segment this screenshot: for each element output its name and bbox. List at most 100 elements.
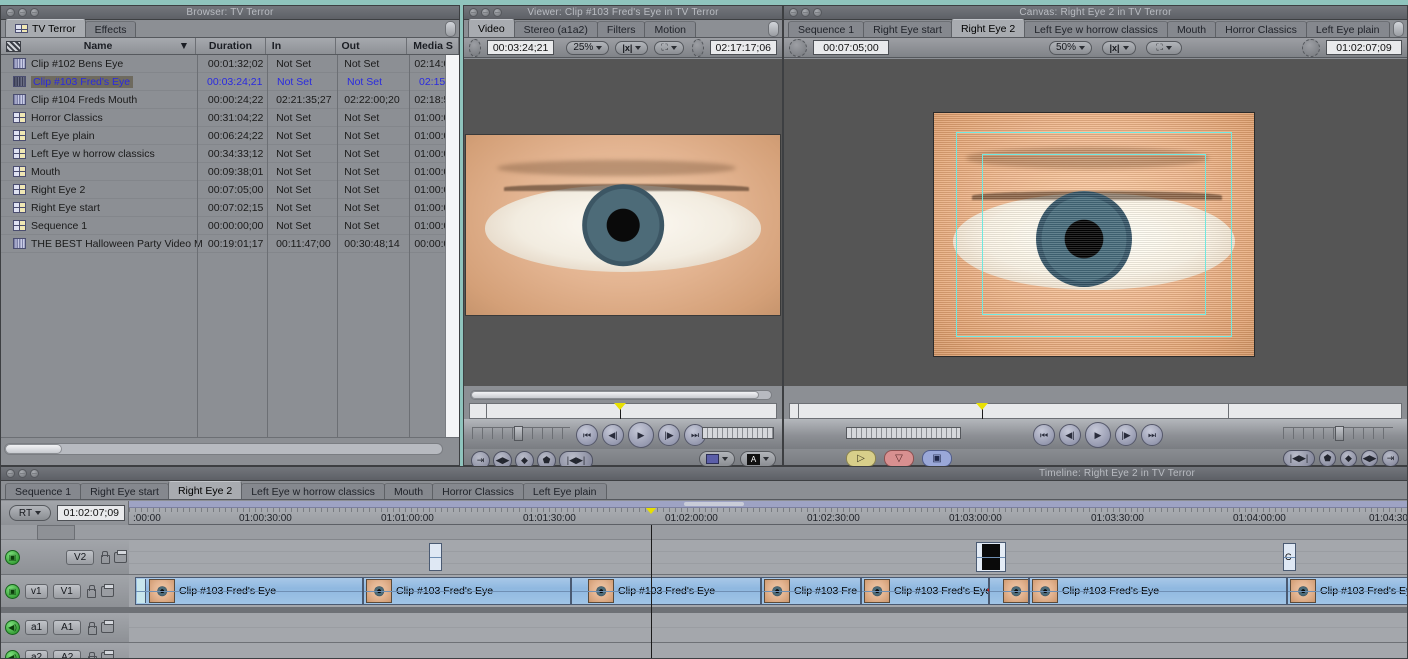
timeline-ruler[interactable]: :00:00 01:00:30:00 01:01:00:00 01:01:30:…: [129, 508, 1407, 525]
timeline-clip[interactable]: [989, 577, 1029, 605]
timeline-tracks-area[interactable]: ▣ V2 C ▣ v1 V1 Clip #103 Fred's Eye Clip…: [1, 525, 1407, 658]
viewer-scrubber-bar[interactable]: [469, 403, 777, 420]
browser-tabstrip[interactable]: TV Terror Effects: [1, 19, 459, 38]
timeline-clip[interactable]: Clip #103 Fred's Eye: [1029, 577, 1287, 605]
timeline-horizontal-scrollbar[interactable]: [129, 501, 1407, 508]
minimize-button[interactable]: [18, 469, 27, 478]
clip-in-handle[interactable]: [137, 579, 146, 603]
viewer-text-popup[interactable]: A: [740, 451, 776, 467]
tab-right-eye-start[interactable]: Right Eye start: [863, 21, 952, 37]
canvas-video-area[interactable]: [784, 59, 1407, 386]
tab-motion[interactable]: Motion: [644, 21, 696, 37]
canvas-tabstrip[interactable]: Sequence 1 Right Eye start Right Eye 2 L…: [784, 19, 1407, 38]
next-frame-button[interactable]: |▶: [658, 424, 680, 446]
browser-horizontal-scrollbar[interactable]: [4, 443, 443, 455]
tab-horror-classics[interactable]: Horror Classics: [432, 483, 524, 499]
timeline-window[interactable]: Timeline: Right Eye 2 in TV Terror Seque…: [0, 466, 1408, 659]
canvas-duration-timecode[interactable]: 01:02:07;09: [1326, 40, 1402, 55]
zoom-button[interactable]: [493, 8, 502, 17]
viewer-current-timecode[interactable]: 00:03:24;21: [486, 40, 555, 55]
lock-icon[interactable]: [99, 551, 110, 564]
a1-audible-toggle[interactable]: ◀): [5, 620, 20, 635]
column-header-in[interactable]: In: [266, 38, 336, 54]
table-row[interactable]: Left Eye w horrow classics 00:34:33;12 N…: [1, 145, 459, 163]
slider-handle[interactable]: [1335, 426, 1344, 441]
tab-right-eye-2[interactable]: Right Eye 2: [950, 19, 1026, 37]
scroll-thumb[interactable]: [5, 444, 62, 454]
print-icon[interactable]: [100, 583, 114, 597]
v2-clip[interactable]: [976, 542, 1006, 572]
track-source-v1[interactable]: v1: [25, 583, 48, 599]
canvas-scrub-slider[interactable]: [1283, 426, 1393, 441]
current-timecode-jog-icon[interactable]: [789, 38, 807, 57]
table-row[interactable]: Sequence 1 00:00:00;00 Not Set Not Set 0…: [1, 217, 459, 235]
track-label-a2[interactable]: A2: [53, 650, 82, 658]
sort-indicator-icon[interactable]: ▼: [179, 40, 189, 52]
previous-frame-button[interactable]: ◀|: [1059, 424, 1081, 446]
match-frame-button[interactable]: ⇥: [1382, 450, 1399, 467]
table-row[interactable]: Horror Classics 00:31:04;22 Not Set Not …: [1, 109, 459, 127]
print-icon[interactable]: [101, 650, 115, 658]
timeline-clip[interactable]: Clip #103 Fre: [761, 577, 861, 605]
timeline-clip[interactable]: Clip #103 Fred's Eye: [363, 577, 571, 605]
current-timecode-jog-icon[interactable]: [469, 38, 481, 57]
window-controls[interactable]: [789, 8, 822, 17]
go-to-out-point-button[interactable]: ⏭: [1141, 424, 1163, 446]
viewer-tabstrip[interactable]: Video Stereo (a1a2) Filters Motion: [464, 19, 782, 38]
viewer-marker-bar[interactable]: ⇥ ◀▶ ◆ ⬟ |◀▶| A: [464, 449, 782, 470]
tab-left-eye-plain[interactable]: Left Eye plain: [1305, 21, 1390, 37]
timeline-tabstrip[interactable]: Sequence 1 Right Eye start Right Eye 2 L…: [1, 481, 1407, 500]
viewer-generator-popup[interactable]: [699, 451, 735, 467]
viewer-video-frame[interactable]: [465, 134, 781, 316]
track-label-v1[interactable]: V1: [52, 583, 81, 599]
close-button[interactable]: [789, 8, 798, 17]
next-frame-button[interactable]: |▶: [1115, 424, 1137, 446]
canvas-transport-buttons[interactable]: ⏮ ◀| ▶ |▶ ⏭: [1033, 422, 1163, 448]
a2-audible-toggle[interactable]: ◀): [5, 650, 20, 658]
minimize-button[interactable]: [18, 8, 27, 17]
canvas-window[interactable]: Canvas: Right Eye 2 in TV Terror Sequenc…: [783, 5, 1408, 467]
browser-titlebar[interactable]: Browser: TV Terror: [1, 6, 459, 20]
canvas-edit-bar[interactable]: ▷ ▽ ▣ |◀▶| ⬟ ◆ ◀▶ ⇥: [784, 449, 1407, 467]
viewer-transport-buttons[interactable]: ⏮ ◀| ▶ |▶ ⏭: [576, 422, 706, 448]
tab-tv-terror[interactable]: TV Terror: [5, 19, 86, 37]
column-header-duration[interactable]: Duration: [196, 38, 266, 54]
table-row[interactable]: THE BEST Halloween Party Video Ma 00:19:…: [1, 235, 459, 253]
viewer-transport-bar[interactable]: ⏮ ◀| ▶ |▶ ⏭: [464, 419, 782, 449]
go-to-in-point-button[interactable]: ⏮: [1033, 424, 1055, 446]
timeline-playhead-triangle[interactable]: [645, 508, 657, 514]
table-row[interactable]: Left Eye plain 00:06:24;22 Not Set Not S…: [1, 127, 459, 145]
print-icon[interactable]: [114, 549, 128, 563]
window-controls[interactable]: [6, 8, 39, 17]
viewer-duration-timecode[interactable]: 02:17:17;06: [709, 40, 777, 55]
tab-left-eye-w-horrow-classics[interactable]: Left Eye w horrow classics: [1024, 21, 1168, 37]
viewer-scale-popup[interactable]: ⛶: [654, 40, 684, 55]
add-keyframe-button[interactable]: ◆: [1340, 450, 1357, 467]
v2-clip[interactable]: [429, 543, 442, 571]
slider-handle[interactable]: [514, 426, 523, 441]
browser-window[interactable]: Browser: TV Terror TV Terror Effects Nam…: [0, 5, 460, 466]
zoom-button[interactable]: [813, 8, 822, 17]
tab-effects[interactable]: Effects: [84, 21, 137, 37]
viewer-titlebar[interactable]: Viewer: Clip #103 Fred's Eye in TV Terro…: [464, 6, 782, 20]
canvas-scrubber-bar[interactable]: [789, 403, 1402, 420]
mark-clip-button[interactable]: ◀▶: [1361, 450, 1378, 467]
table-row[interactable]: Right Eye start 00:07:02;15 Not Set Not …: [1, 199, 459, 217]
column-header-name[interactable]: Name ▼: [1, 38, 197, 54]
tab-mouth[interactable]: Mouth: [383, 483, 434, 499]
browser-vertical-scrollbar[interactable]: [445, 55, 459, 437]
minimize-button[interactable]: [801, 8, 810, 17]
timeline-clip[interactable]: Clip #103 Fred's Eye: [135, 577, 363, 605]
canvas-control-bar[interactable]: 00:07:05;00 50% |x| ⛶ 01:02:07;09: [784, 38, 1407, 58]
track-row-a2[interactable]: ◀) a2 A2: [1, 643, 1407, 658]
track-label-v2[interactable]: V2: [66, 549, 95, 565]
viewer-window[interactable]: Viewer: Clip #103 Fred's Eye in TV Terro…: [463, 5, 783, 470]
table-row[interactable]: Clip #102 Bens Eye 00:01:32;02 Not Set N…: [1, 55, 459, 73]
track-lane-a2[interactable]: [129, 643, 1407, 658]
print-icon[interactable]: [101, 620, 115, 633]
table-row[interactable]: Right Eye 2 00:07:05;00 Not Set Not Set …: [1, 181, 459, 199]
canvas-video-frame[interactable]: [933, 112, 1255, 357]
previous-frame-button[interactable]: ◀|: [602, 424, 624, 446]
window-controls[interactable]: [469, 8, 502, 17]
timeline-clip[interactable]: Clip #103 Fred's Eye: [1287, 577, 1407, 605]
